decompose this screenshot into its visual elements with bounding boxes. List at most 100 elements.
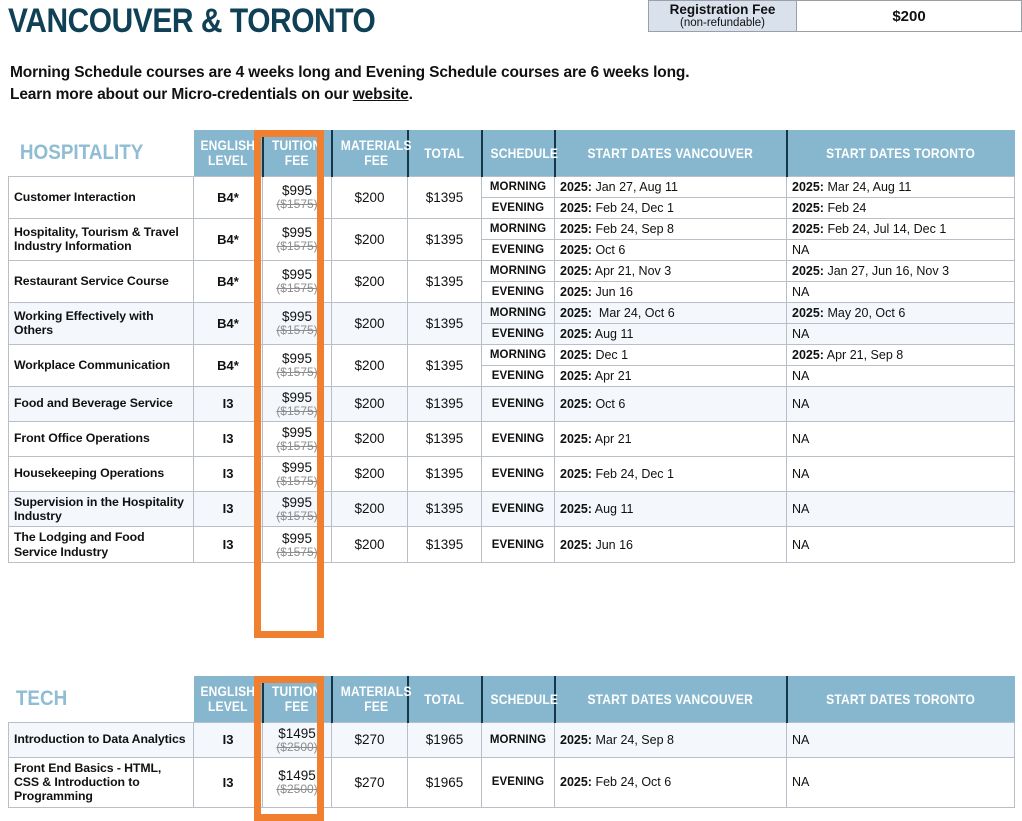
tech-table-wrapper: TECH ENGLISH LEVEL TUITION FEE MATERIALS… xyxy=(8,676,1015,808)
start-dates-vancouver-cell: 2025: Apr 21 xyxy=(554,420,787,457)
course-name-cell: Front Office Operations xyxy=(8,420,194,457)
date-year-label: 2025: xyxy=(560,305,592,320)
date-year-label: 2025: xyxy=(792,179,824,194)
tuition-fee-original: ($1575) xyxy=(276,323,318,337)
date-values: Aug 11 xyxy=(591,326,634,341)
date-values: NA xyxy=(792,431,810,446)
course-name-cell: The Lodging and Food Service Industry xyxy=(8,526,194,563)
start-dates-vancouver-cell: 2025: Aug 11 xyxy=(554,322,787,345)
tuition-fee-original: ($1575) xyxy=(276,544,318,559)
course-name-cell: Workplace Communication xyxy=(8,343,194,387)
tuition-fee-original: ($1575) xyxy=(276,403,318,418)
start-dates-vancouver-cell: 2025: Mar 24, Oct 6 xyxy=(554,301,787,324)
start-dates-vancouver-cell: 2025: Aug 11 xyxy=(554,490,787,528)
intro-line-1: Morning Schedule courses are 4 weeks lon… xyxy=(10,64,690,81)
date-values: NA xyxy=(792,775,810,790)
start-dates-vancouver-cell: 2025: Feb 24, Sep 8 xyxy=(554,217,787,240)
website-link[interactable]: website xyxy=(353,86,409,103)
english-level-cell: I3 xyxy=(193,721,263,758)
column-header-materials-fee: MATERIALS FEE xyxy=(331,130,411,176)
tuition-fee-cell: $995 ($1575) xyxy=(262,343,332,387)
column-header-schedule: SCHEDULE xyxy=(481,130,557,176)
date-values: Apr 21, Sep 8 xyxy=(823,347,904,362)
date-year-label: 2025: xyxy=(560,732,592,747)
course-name-cell: Introduction to Data Analytics xyxy=(8,721,194,758)
start-dates-toronto-cell: NA xyxy=(786,490,1015,528)
date-values: Feb 24, Oct 6 xyxy=(591,775,672,790)
table-row: Customer Interaction B4* $995 ($1575) $200 $1… xyxy=(8,175,1015,219)
date-values: NA xyxy=(792,466,810,481)
date-year-label: 2025: xyxy=(560,221,592,236)
english-level-cell: I3 xyxy=(193,420,263,457)
english-level-cell: I3 xyxy=(193,526,263,563)
english-level-cell: B4* xyxy=(193,301,263,345)
tuition-fee-current: $995 xyxy=(281,225,313,240)
english-level-cell: I3 xyxy=(193,756,263,808)
english-level-cell: B4* xyxy=(193,343,263,387)
start-dates-vancouver-cell: 2025: Dec 1 xyxy=(554,343,787,366)
start-dates-toronto-cell: NA xyxy=(786,455,1015,492)
start-dates-vancouver-cell: 2025: Feb 24, Dec 1 xyxy=(554,455,787,492)
date-values: Jun 16 xyxy=(591,284,633,299)
table-row: Food and Beverage Service I3 $995 ($1575) $2… xyxy=(8,385,1015,422)
start-dates-vancouver-cell: 2025: Oct 6 xyxy=(554,385,787,422)
total-cell: $1395 xyxy=(407,420,482,457)
schedule-page: VANCOUVER & TORONTO Registration Fee (no… xyxy=(0,0,1022,821)
schedule-cell: MORNING xyxy=(481,343,555,366)
tuition-fee-original: ($2500) xyxy=(276,739,318,754)
date-values: Jun 16 xyxy=(591,537,633,552)
table-row: Hospitality, Tourism & Travel Industry I… xyxy=(8,217,1015,261)
table-row: Restaurant Service Course B4* $995 ($1575) $… xyxy=(8,259,1015,303)
tuition-fee-cell: $1495 ($2500) xyxy=(262,721,332,758)
date-values: Jan 27, Jun 16, Nov 3 xyxy=(823,263,950,278)
date-values: May 20, Oct 6 xyxy=(823,305,906,320)
total-cell: $1395 xyxy=(407,385,482,422)
materials-fee-cell: $200 xyxy=(331,455,408,492)
tuition-fee-current: $995 xyxy=(281,267,313,282)
registration-fee-value: $200 xyxy=(797,1,1021,31)
start-dates-toronto-cell: NA xyxy=(786,385,1015,422)
course-name-cell: Restaurant Service Course xyxy=(8,259,194,303)
table-row: Working Effectively with Others B4* $995 ($… xyxy=(8,301,1015,345)
total-cell: $1395 xyxy=(407,343,482,387)
date-year-label: 2025: xyxy=(560,179,592,194)
start-dates-toronto-cell: NA xyxy=(786,238,1015,261)
start-dates-toronto-cell: NA xyxy=(786,756,1015,808)
schedule-cell: EVENING xyxy=(481,385,555,422)
tuition-fee-original: ($1575) xyxy=(276,365,318,379)
tuition-fee-cell: $995 ($1575) xyxy=(262,490,332,528)
schedule-cell: EVENING xyxy=(481,490,555,528)
hospitality-table-head: HOSPITALITY ENGLISH LEVEL TUITION FEE MA… xyxy=(8,130,1015,176)
table-row: Introduction to Data Analytics I3 $1495 ($2… xyxy=(8,721,1015,758)
tuition-fee-cell: $995 ($1575) xyxy=(262,385,332,422)
registration-fee-label: Registration Fee (non-refundable) xyxy=(649,1,797,31)
column-header-tuition-fee: TUITION FEE xyxy=(262,676,333,722)
date-values: Jan 27, Aug 11 xyxy=(591,179,678,194)
section-title-tech: TECH xyxy=(8,676,194,722)
start-dates-vancouver-cell: 2025: Jun 16 xyxy=(554,526,787,563)
materials-fee-cell: $270 xyxy=(331,721,408,758)
tuition-fee-cell: $995 ($1575) xyxy=(262,301,332,345)
hospitality-table-wrapper: HOSPITALITY ENGLISH LEVEL TUITION FEE MA… xyxy=(8,130,1015,563)
schedule-cell: EVENING xyxy=(481,756,555,808)
tuition-fee-original: ($1575) xyxy=(276,197,318,211)
schedule-cell: EVENING xyxy=(481,526,555,563)
total-cell: $1395 xyxy=(407,490,482,528)
schedule-cell: MORNING xyxy=(481,721,555,758)
column-header-materials-fee: MATERIALS FEE xyxy=(331,676,411,722)
course-name-cell: Housekeeping Operations xyxy=(8,455,194,492)
materials-fee-cell: $200 xyxy=(331,217,408,261)
date-values: NA xyxy=(792,501,810,516)
tuition-fee-cell: $995 ($1575) xyxy=(262,455,332,492)
schedule-cell: EVENING xyxy=(481,280,555,303)
date-year-label: 2025: xyxy=(560,284,592,299)
tuition-fee-current: $995 xyxy=(281,183,313,198)
start-dates-vancouver-cell: 2025: Apr 21, Nov 3 xyxy=(554,259,787,282)
column-header-english-level: ENGLISH LEVEL xyxy=(193,130,264,176)
intro-paragraph: Morning Schedule courses are 4 weeks lon… xyxy=(10,62,690,106)
date-values: Dec 1 xyxy=(591,347,629,362)
date-year-label: 2025: xyxy=(792,200,824,215)
materials-fee-cell: $270 xyxy=(331,756,408,808)
date-year-label: 2025: xyxy=(560,396,592,411)
tuition-fee-original: ($1575) xyxy=(276,438,318,453)
